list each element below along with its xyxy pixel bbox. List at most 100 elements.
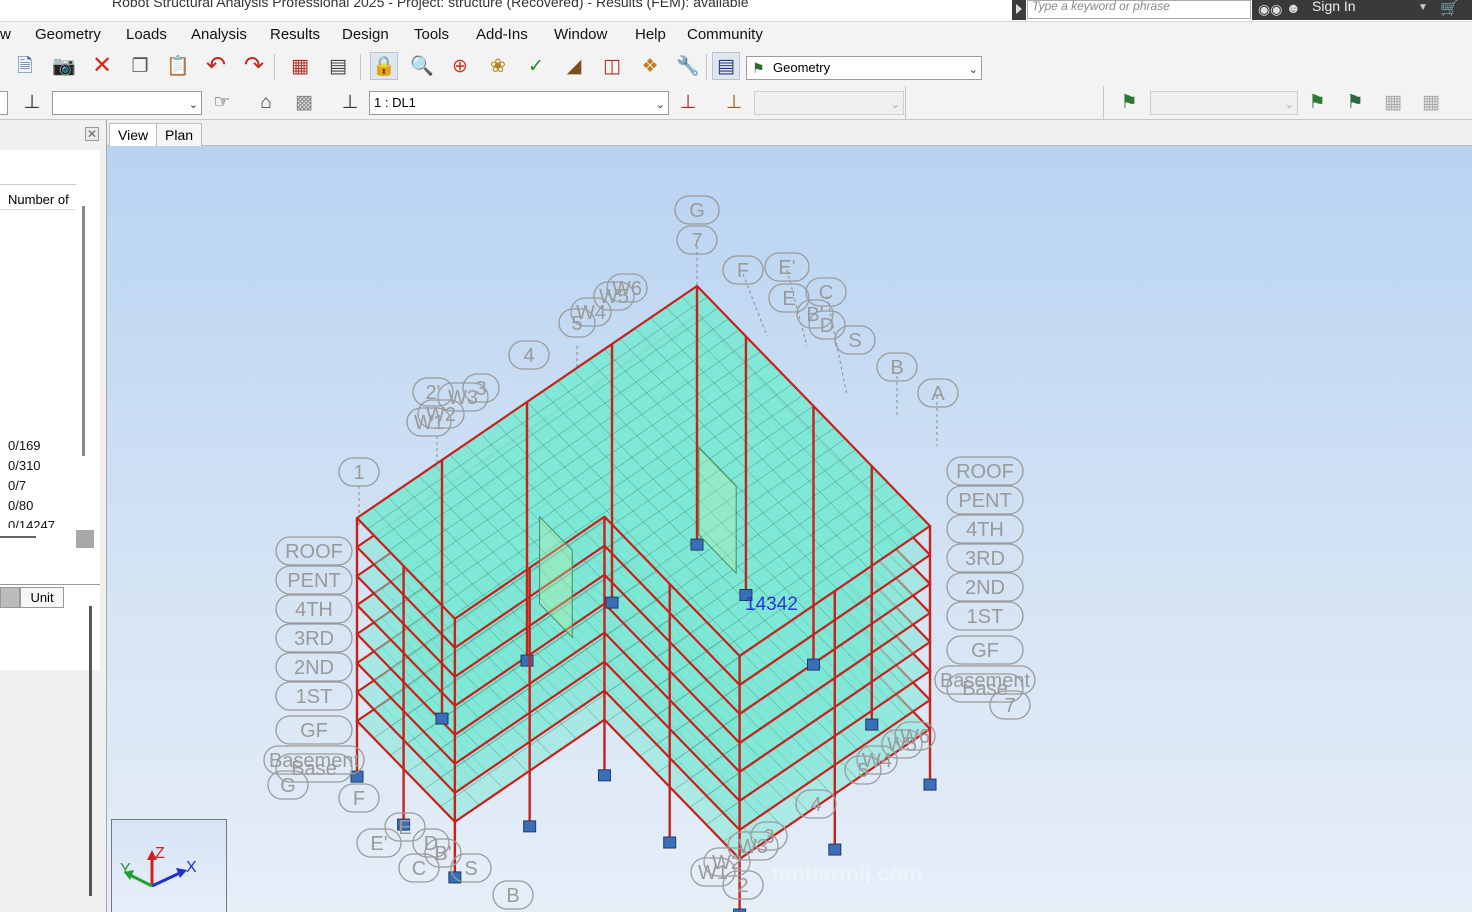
layout-selector-icon[interactable]: ▤: [712, 52, 740, 80]
next-case-icon[interactable]: ⊥: [720, 88, 748, 116]
sections-icon[interactable]: ❀: [484, 52, 512, 80]
select-nodes-icon[interactable]: ⊥: [18, 88, 46, 116]
chevron-down-icon: ⌄: [1284, 99, 1294, 111]
design-icon[interactable]: ❖: [636, 52, 664, 80]
gridline-bubble-text: 1: [353, 462, 364, 484]
chevron-down-icon[interactable]: ▼: [1418, 2, 1428, 13]
menu-bar: w Geometry Loads Analysis Results Design…: [0, 22, 1472, 48]
search-expand-icon[interactable]: [1012, 0, 1026, 20]
mode-combo[interactable]: ⌄: [754, 91, 904, 115]
selection-combo[interactable]: ⌄: [52, 91, 202, 115]
gridline-bubble: 3RD: [946, 543, 1024, 573]
selection-combo-partial[interactable]: [0, 91, 8, 115]
menu-geometry[interactable]: Geometry: [35, 26, 101, 43]
lock-icon[interactable]: 🔒: [370, 52, 398, 80]
gridline-bubble-text: GF: [971, 640, 999, 662]
member-help-icon[interactable]: ⚑: [1341, 88, 1369, 116]
support-symbol: [923, 778, 937, 791]
structure-model-3d[interactable]: G7F E'E CB'DSBA45W4W5W6W332'W2W11 ROOFPENT4…: [107, 146, 1472, 912]
column-header-partial[interactable]: [0, 587, 20, 608]
menu-help[interactable]: Help: [635, 26, 666, 43]
menu-design[interactable]: Design: [342, 26, 389, 43]
gridline-bubble: E': [764, 252, 810, 282]
list-item: 0/310: [8, 458, 41, 473]
chevron-down-icon: ⌄: [890, 99, 900, 111]
menu-analysis[interactable]: Analysis: [191, 26, 247, 43]
story-icon[interactable]: ▩: [290, 88, 318, 116]
menu-tools[interactable]: Tools: [414, 26, 449, 43]
design-results-icon[interactable]: ▦: [1417, 88, 1445, 116]
gridline-bubble: E: [768, 283, 810, 313]
print-preview-icon[interactable]: 🗎: [11, 52, 39, 80]
gridline-bubble-text: 7: [1004, 695, 1015, 717]
support-symbol: [435, 712, 449, 725]
tables-icon[interactable]: ▤: [324, 52, 352, 80]
gridline-bubble-text: C: [412, 858, 426, 880]
gridline-bubble-text: E': [370, 833, 387, 855]
member-type-icon[interactable]: ⚑: [1303, 88, 1331, 116]
gridline-bubble-text: A: [931, 383, 945, 405]
gridline-bubble: 4TH: [946, 514, 1024, 544]
design-group-icon[interactable]: ⚑: [1115, 88, 1143, 116]
select-help-icon[interactable]: ☞: [208, 88, 236, 116]
zoom-window-icon[interactable]: ⊕: [446, 52, 474, 80]
preferences-icon[interactable]: 🔧: [674, 52, 702, 80]
tab-plan[interactable]: Plan: [156, 123, 203, 146]
gridline-bubble: 2: [722, 870, 764, 900]
beam-loads-icon[interactable]: ◢: [560, 52, 588, 80]
zoom-icon[interactable]: 🔍: [408, 52, 436, 80]
load-case-combo[interactable]: 1 : DL1 ⌄: [369, 91, 669, 115]
redo-icon[interactable]: ↷: [240, 52, 268, 80]
menu-view-partial[interactable]: w: [0, 26, 11, 43]
help-search-input[interactable]: Type a keyword or phrase: [1027, 0, 1251, 19]
previous-case-icon[interactable]: ⊥: [674, 88, 702, 116]
calculator-icon[interactable]: ▦: [286, 52, 314, 80]
sign-in-link[interactable]: Sign In: [1312, 0, 1356, 14]
gridline-bubble: B: [492, 880, 534, 910]
vertical-scrollbar[interactable]: [82, 206, 85, 456]
menu-results[interactable]: Results: [270, 26, 320, 43]
gridline-bubble-text: D: [424, 833, 438, 855]
menu-community[interactable]: Community: [687, 26, 763, 43]
model-viewport[interactable]: G 7 F E' E C B' D S B A 4 5 W4 W5 W6 W3 3 2' W2 W1 1 ROOF PENT 4…: [107, 146, 1472, 912]
menu-window[interactable]: Window: [554, 26, 607, 43]
view-plane-icon[interactable]: ⌂: [252, 88, 280, 116]
gridline-bubble-text: E: [782, 288, 795, 310]
menu-add-ins[interactable]: Add-Ins: [476, 26, 528, 43]
design-table-icon[interactable]: ▦: [1379, 88, 1407, 116]
layout-combo[interactable]: ⚑ Geometry ⌄: [746, 56, 982, 80]
cart-icon[interactable]: 🛒: [1440, 0, 1459, 17]
axis-x-label: X: [186, 859, 197, 876]
column-header-unit[interactable]: Unit: [20, 587, 64, 608]
close-icon[interactable]: ✕: [85, 127, 99, 141]
screen-capture-icon[interactable]: 📷: [50, 52, 78, 80]
gridline-bubble-text: B: [506, 885, 519, 907]
gridline-bubble-text: 7: [691, 230, 702, 252]
load-case-icon[interactable]: ⊥: [336, 88, 364, 116]
title-bar: Robot Structural Analysis Professional 2…: [0, 0, 1472, 22]
delete-icon[interactable]: ✕: [88, 52, 116, 80]
vertical-scrollbar[interactable]: [89, 606, 92, 896]
column-header-number[interactable]: Number of: [0, 184, 76, 210]
design-combo[interactable]: ⌄: [1150, 91, 1298, 115]
user-icon[interactable]: ☻: [1286, 0, 1301, 16]
structure-model-icon[interactable]: ✓: [522, 52, 550, 80]
support-symbol: [865, 718, 879, 731]
copy-icon[interactable]: ❐: [126, 52, 154, 80]
panel-divider[interactable]: [0, 584, 100, 585]
gridline-bubble: F: [722, 255, 764, 285]
horizontal-scrollbar[interactable]: [0, 536, 36, 538]
calculation-icon[interactable]: ◫: [598, 52, 626, 80]
toolbar-separator: [706, 54, 707, 80]
paste-icon[interactable]: 📋: [164, 52, 192, 80]
support-symbol: [828, 843, 842, 856]
undo-icon[interactable]: ↶: [202, 52, 230, 80]
binoculars-icon[interactable]: ◉◉: [1258, 1, 1282, 18]
tab-view[interactable]: View: [109, 123, 158, 146]
list-item: 0/14247: [8, 518, 55, 528]
toolbar-separator: [274, 54, 275, 80]
gridline-bubble: 3RD: [275, 623, 353, 653]
gridline-bubble: 2ND: [275, 652, 353, 682]
menu-loads[interactable]: Loads: [126, 26, 167, 43]
gridline-bubble-text: PENT: [958, 490, 1011, 512]
